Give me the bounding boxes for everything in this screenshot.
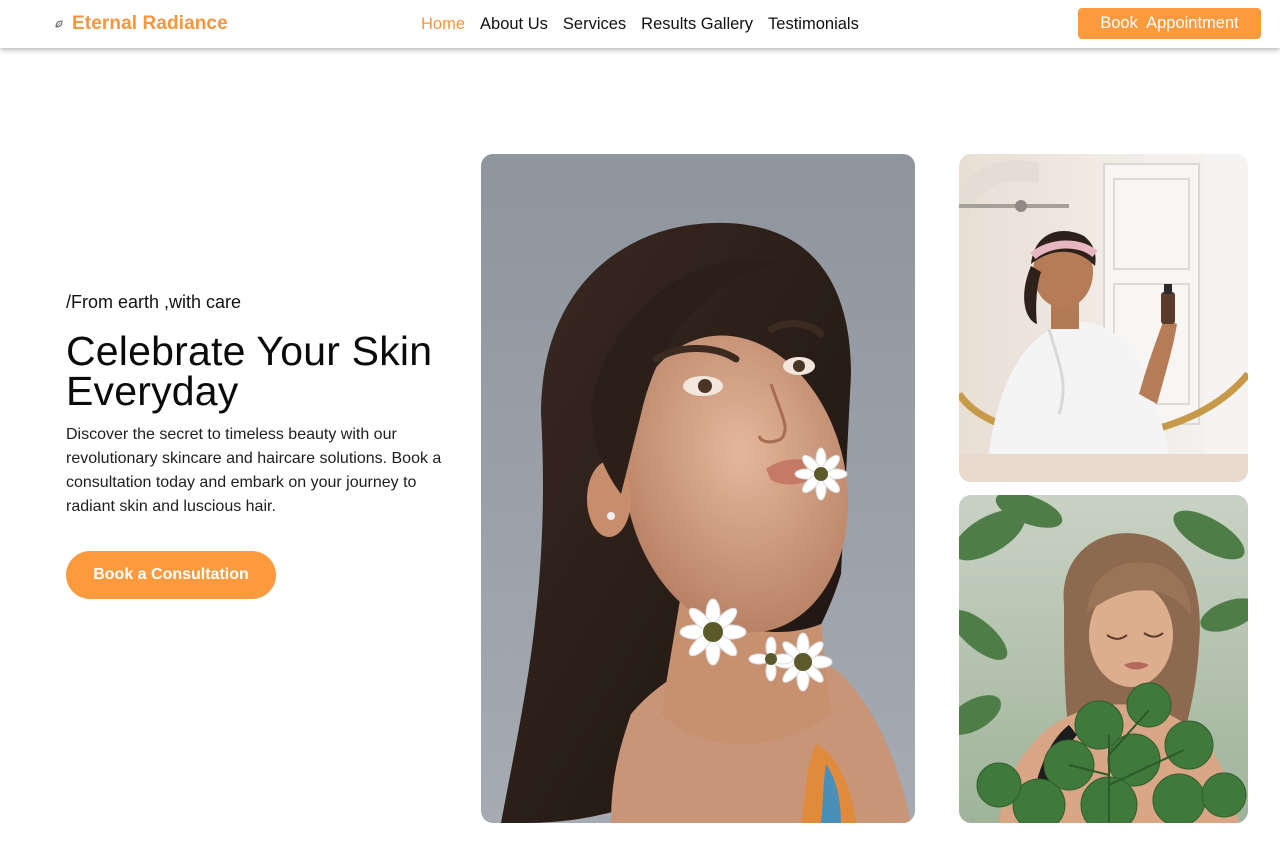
hero-tagline: /From earth ,with care <box>66 292 242 312</box>
book-appointment-button[interactable]: Book Appointment <box>1078 8 1261 39</box>
hero-description: Discover the secret to timeless beauty w… <box>66 426 442 515</box>
leaf-icon <box>55 20 63 28</box>
brand-logo[interactable]: Eternal Radiance <box>54 12 228 36</box>
navbar: Eternal Radiance Home About Us Services … <box>0 0 1280 48</box>
nav-link-services[interactable]: Services <box>563 15 626 34</box>
nav-link-about-us[interactable]: About Us <box>480 15 548 34</box>
nav-link-results-gallery[interactable]: Results Gallery <box>641 15 753 34</box>
book-consultation-button[interactable]: Book a Consultation <box>66 551 276 599</box>
nav-link-testimonials[interactable]: Testimonials <box>768 15 859 34</box>
main-nav: Home About Us Services Results Gallery T… <box>421 12 859 36</box>
brand-name: Eternal Radiance <box>72 13 228 34</box>
hero-portrait-image <box>481 154 915 823</box>
plants-woman-image <box>959 495 1248 823</box>
nav-link-home[interactable]: Home <box>421 15 465 34</box>
mirror-skincare-image <box>959 154 1248 482</box>
hero-headline: Celebrate Your Skin Everyday <box>66 328 433 414</box>
